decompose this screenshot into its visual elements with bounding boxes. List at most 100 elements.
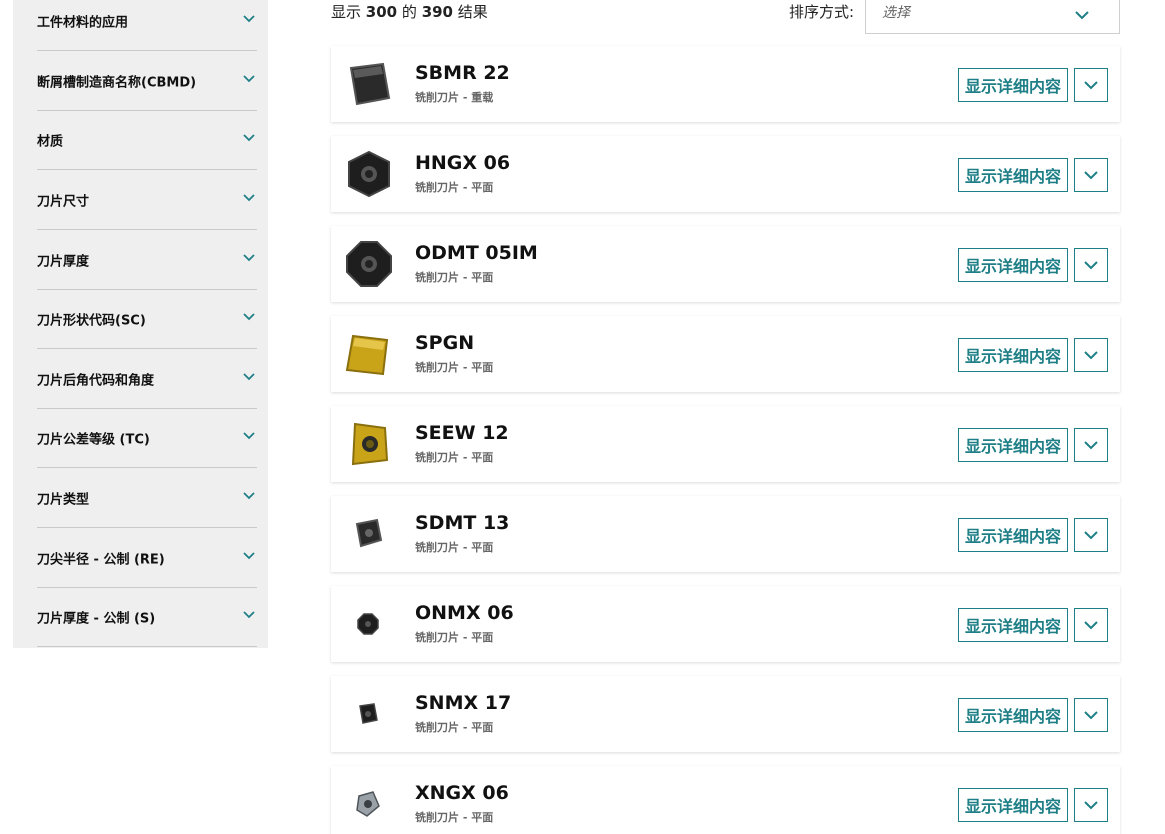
sort-placeholder: 选择 bbox=[882, 5, 910, 21]
chevron-down-icon bbox=[243, 373, 255, 383]
chevron-down-icon bbox=[1084, 170, 1098, 179]
result-mid: 的 bbox=[401, 3, 417, 21]
filter-grade[interactable]: 材质 bbox=[37, 111, 257, 170]
product-name: SBMR 22 bbox=[415, 62, 510, 84]
product-card[interactable]: ONMX 06 铣削刀片 - 平面 显示详细内容 bbox=[331, 586, 1120, 662]
chevron-down-icon bbox=[1084, 530, 1098, 539]
filter-label: 刀片厚度 - 公制 (S) bbox=[37, 611, 156, 627]
filter-label: 刀片类型 bbox=[37, 492, 90, 508]
filter-label: 材质 bbox=[37, 134, 64, 150]
show-details-button[interactable]: 显示详细内容 bbox=[958, 248, 1068, 282]
product-card[interactable]: SBMR 22 铣削刀片 - 重载 显示详细内容 bbox=[331, 46, 1120, 122]
filter-label: 刀尖半径 - 公制 (RE) bbox=[37, 552, 165, 568]
show-details-button[interactable]: 显示详细内容 bbox=[958, 698, 1068, 732]
chevron-down-icon bbox=[1084, 800, 1098, 809]
filter-label: 刀片尺寸 bbox=[37, 194, 90, 210]
gold-square-hole-insert-icon bbox=[339, 414, 399, 474]
chevron-down-icon bbox=[243, 134, 255, 144]
product-card[interactable]: SDMT 13 铣削刀片 - 平面 显示详细内容 bbox=[331, 496, 1120, 572]
chevron-down-icon bbox=[243, 432, 255, 442]
product-card[interactable]: SEEW 12 铣削刀片 - 平面 显示详细内容 bbox=[331, 406, 1120, 482]
expand-button[interactable] bbox=[1074, 158, 1108, 192]
filter-tolerance-class[interactable]: 刀片公差等级 (TC) bbox=[37, 409, 257, 468]
chevron-down-icon bbox=[243, 313, 255, 323]
chevron-down-icon bbox=[1084, 710, 1098, 719]
product-category: 铣削刀片 - 平面 bbox=[415, 721, 494, 734]
show-details-button[interactable]: 显示详细内容 bbox=[958, 158, 1068, 192]
filter-sidebar: 工件材料的应用 断屑槽制造商名称(CBMD) 材质 刀片尺寸 刀片厚度 刀片形状… bbox=[13, 0, 268, 648]
product-name: SNMX 17 bbox=[415, 692, 512, 714]
chevron-down-icon bbox=[1084, 260, 1098, 269]
show-details-button[interactable]: 显示详细内容 bbox=[958, 788, 1068, 822]
octagon-insert-icon bbox=[339, 234, 399, 294]
chevron-down-icon bbox=[243, 611, 255, 621]
filter-label: 刀片后角代码和角度 bbox=[37, 373, 155, 389]
show-details-button[interactable]: 显示详细内容 bbox=[958, 518, 1068, 552]
result-prefix: 显示 bbox=[331, 3, 362, 21]
chevron-down-icon bbox=[1084, 350, 1098, 359]
filter-label: 工件材料的应用 bbox=[37, 15, 129, 31]
product-name: HNGX 06 bbox=[415, 152, 511, 174]
expand-button[interactable] bbox=[1074, 518, 1108, 552]
product-category: 铣削刀片 - 平面 bbox=[415, 541, 494, 554]
chevron-down-icon bbox=[243, 15, 255, 25]
filter-label: 刀片形状代码(SC) bbox=[37, 313, 146, 329]
chevron-down-icon bbox=[1084, 620, 1098, 629]
small-octagon-insert-icon bbox=[339, 594, 399, 654]
expand-button[interactable] bbox=[1074, 788, 1108, 822]
product-name: XNGX 06 bbox=[415, 782, 509, 804]
product-name: ONMX 06 bbox=[415, 602, 514, 624]
result-shown: 300 bbox=[365, 3, 398, 21]
filter-thickness-metric[interactable]: 刀片厚度 - 公制 (S) bbox=[37, 588, 257, 647]
result-count: 显示 300 的 390 结果 bbox=[331, 1, 488, 22]
grey-insert-icon bbox=[339, 774, 399, 834]
filter-label: 断屑槽制造商名称(CBMD) bbox=[37, 75, 197, 91]
filter-workpiece-material[interactable]: 工件材料的应用 bbox=[37, 0, 257, 51]
show-details-button[interactable]: 显示详细内容 bbox=[958, 428, 1068, 462]
sort-select[interactable]: 选择 bbox=[865, 0, 1120, 34]
product-category: 铣削刀片 - 平面 bbox=[415, 181, 494, 194]
sort-label: 排序方式: bbox=[789, 3, 855, 21]
result-suffix: 结果 bbox=[457, 3, 488, 21]
square-dark-insert-icon bbox=[339, 54, 399, 114]
filter-corner-radius[interactable]: 刀尖半径 - 公制 (RE) bbox=[37, 529, 257, 588]
show-details-button[interactable]: 显示详细内容 bbox=[958, 608, 1068, 642]
chevron-down-icon bbox=[243, 552, 255, 562]
product-name: SEEW 12 bbox=[415, 422, 509, 444]
product-card[interactable]: ODMT 05IM 铣削刀片 - 平面 显示详细内容 bbox=[331, 226, 1120, 302]
show-details-button[interactable]: 显示详细内容 bbox=[958, 68, 1068, 102]
product-category: 铣削刀片 - 平面 bbox=[415, 361, 494, 374]
expand-button[interactable] bbox=[1074, 608, 1108, 642]
chevron-down-icon bbox=[243, 492, 255, 502]
filter-shape-code[interactable]: 刀片形状代码(SC) bbox=[37, 290, 257, 349]
product-card[interactable]: HNGX 06 铣削刀片 - 平面 显示详细内容 bbox=[331, 136, 1120, 212]
result-total: 390 bbox=[421, 3, 453, 21]
product-card[interactable]: XNGX 06 铣削刀片 - 平面 显示详细内容 bbox=[331, 766, 1120, 834]
small-square-insert-icon bbox=[339, 504, 399, 564]
chevron-down-icon bbox=[243, 194, 255, 204]
chevron-down-icon bbox=[1075, 5, 1089, 20]
show-details-button[interactable]: 显示详细内容 bbox=[958, 338, 1068, 372]
chevron-down-icon bbox=[243, 254, 255, 264]
chevron-down-icon bbox=[1084, 440, 1098, 449]
expand-button[interactable] bbox=[1074, 68, 1108, 102]
expand-button[interactable] bbox=[1074, 428, 1108, 462]
product-category: 铣削刀片 - 平面 bbox=[415, 271, 494, 284]
filter-label: 刀片厚度 bbox=[37, 254, 90, 270]
filter-clearance-angle[interactable]: 刀片后角代码和角度 bbox=[37, 350, 257, 409]
expand-button[interactable] bbox=[1074, 338, 1108, 372]
product-category: 铣削刀片 - 重载 bbox=[415, 91, 494, 104]
filter-chipbreaker[interactable]: 断屑槽制造商名称(CBMD) bbox=[37, 52, 257, 111]
filter-insert-type[interactable]: 刀片类型 bbox=[37, 469, 257, 528]
product-category: 铣削刀片 - 平面 bbox=[415, 451, 494, 464]
filter-label: 刀片公差等级 (TC) bbox=[37, 432, 150, 448]
product-card[interactable]: SNMX 17 铣削刀片 - 平面 显示详细内容 bbox=[331, 676, 1120, 752]
product-name: SPGN bbox=[415, 332, 475, 354]
product-category: 铣削刀片 - 平面 bbox=[415, 631, 494, 644]
expand-button[interactable] bbox=[1074, 248, 1108, 282]
product-card[interactable]: SPGN 铣削刀片 - 平面 显示详细内容 bbox=[331, 316, 1120, 392]
filter-insert-thickness[interactable]: 刀片厚度 bbox=[37, 231, 257, 290]
filter-insert-size[interactable]: 刀片尺寸 bbox=[37, 171, 257, 230]
expand-button[interactable] bbox=[1074, 698, 1108, 732]
product-category: 铣削刀片 - 平面 bbox=[415, 811, 494, 824]
